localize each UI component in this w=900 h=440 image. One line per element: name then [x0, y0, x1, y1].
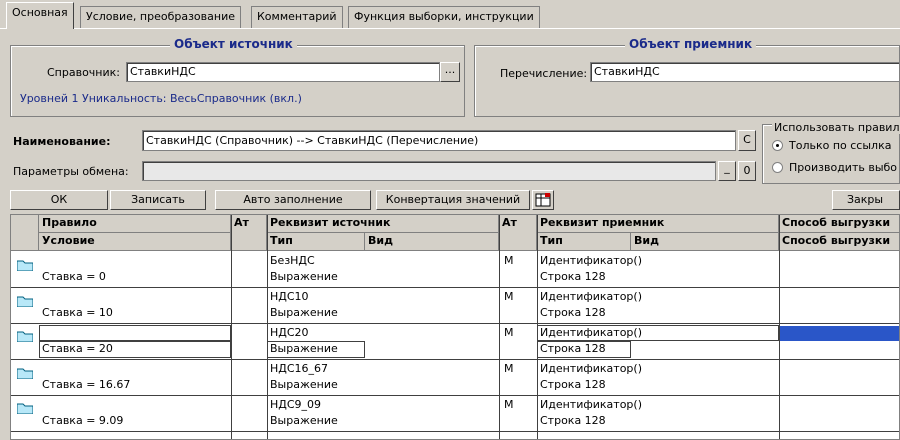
src-name-cell: БезНДС	[270, 254, 315, 267]
row-sep	[11, 395, 899, 396]
tab-comment-label: Комментарий	[257, 10, 337, 23]
tab-selection-function-label: Функция выборки, инструкции	[354, 10, 534, 23]
src-kind-cell: Выражение	[270, 270, 338, 283]
src-name-cell: НДС9_09	[270, 398, 322, 411]
condition-cell: Ставка = 9.09	[42, 414, 124, 427]
header-method2[interactable]: Способ выгрузки	[779, 233, 899, 251]
header-dst-prop[interactable]: Реквизит приемник	[537, 215, 779, 233]
close-button[interactable]: Закры	[832, 190, 900, 210]
col-sep	[499, 215, 500, 439]
tab-comment[interactable]: Комментарий	[251, 6, 343, 28]
option-only-refs-label: Только по ссылка	[789, 139, 892, 152]
header-src-type[interactable]: Тип	[267, 233, 365, 251]
params-input[interactable]	[142, 161, 716, 181]
header-src-prop[interactable]: Реквизит источник	[267, 215, 499, 233]
at2-cell: М	[504, 254, 514, 267]
name-label: Наименование:	[13, 135, 111, 148]
header-rule[interactable]: Правило	[39, 215, 231, 233]
header-method[interactable]: Способ выгрузки	[779, 215, 899, 233]
row-sep	[11, 287, 899, 288]
params-clear-button[interactable]: _	[718, 161, 736, 181]
tab-main[interactable]: Основная	[6, 2, 74, 29]
dst-type-cell: Строка 128	[540, 270, 606, 283]
target-enum-field[interactable]: СтавкиНДС	[590, 62, 900, 82]
header-at2[interactable]: Ат	[499, 215, 537, 251]
src-name-cell: НДС20	[270, 326, 309, 339]
src-name-cell: НДС10	[270, 290, 309, 303]
header-at1[interactable]: Ат	[231, 215, 267, 251]
header-condition[interactable]: Условие	[39, 233, 231, 251]
source-select-button[interactable]: ...	[440, 62, 460, 82]
auto-fill-button[interactable]: Авто заполнение	[215, 190, 371, 210]
convert-values-button[interactable]: Конвертация значений	[376, 190, 530, 210]
at2-cell: М	[504, 326, 514, 339]
col-sep	[231, 215, 232, 439]
tab-divider	[0, 28, 900, 29]
src-kind-cell: Выражение	[270, 342, 338, 355]
source-ref-label: Справочник:	[47, 66, 120, 79]
header-dst-kind[interactable]: Вид	[631, 233, 779, 251]
option-do-select-label: Производить выбо	[789, 161, 898, 174]
grid-corner	[11, 215, 39, 251]
src-name-cell: НДС16_67	[270, 362, 329, 375]
params-label: Параметры обмена:	[13, 165, 129, 178]
tab-condition[interactable]: Условие, преобразование	[80, 6, 241, 28]
selected-method-cell[interactable]	[780, 326, 899, 341]
row-sep	[11, 431, 899, 432]
option-do-select-radio[interactable]	[772, 162, 783, 173]
source-info: Уровней 1 Уникальность: ВесьСправочник (…	[20, 92, 302, 105]
dst-type-cell: Строка 128	[540, 378, 606, 391]
dst-type-cell: Строка 128	[540, 414, 606, 427]
table-icon	[535, 193, 551, 207]
dst-name-cell: Идентификатор()	[540, 290, 642, 303]
src-kind-cell: Выражение	[270, 378, 338, 391]
source-ref-field[interactable]: СтавкиНДС	[126, 62, 440, 82]
dst-name-cell: Идентификатор()	[540, 326, 642, 339]
folder-icon	[17, 296, 33, 307]
condition-cell: Ставка = 16.67	[42, 378, 131, 391]
condition-cell: Ставка = 20	[42, 342, 113, 355]
header-dst-type[interactable]: Тип	[537, 233, 631, 251]
table-icon-button[interactable]	[532, 190, 554, 210]
src-kind-cell: Выражение	[270, 414, 338, 427]
tab-condition-label: Условие, преобразование	[86, 10, 235, 23]
options-title: Использовать правил	[772, 121, 900, 134]
folder-icon	[17, 368, 33, 379]
condition-cell: Ставка = 0	[42, 270, 106, 283]
condition-cell: Ставка = 10	[42, 306, 113, 319]
dst-name-cell: Идентификатор()	[540, 398, 642, 411]
at2-cell: М	[504, 398, 514, 411]
tab-main-label: Основная	[12, 6, 68, 19]
row-sep	[11, 359, 899, 360]
dst-name-cell: Идентификатор()	[540, 362, 642, 375]
option-only-refs-radio[interactable]	[772, 140, 783, 151]
ok-button[interactable]: ОК	[10, 190, 108, 210]
name-c-button[interactable]: С	[738, 130, 756, 151]
source-title: Объект источник	[170, 37, 297, 51]
folder-icon	[17, 260, 33, 271]
tab-selection-function[interactable]: Функция выборки, инструкции	[348, 6, 540, 28]
at2-cell: М	[504, 362, 514, 375]
folder-icon	[17, 403, 33, 414]
src-kind-cell: Выражение	[270, 306, 338, 319]
at2-cell: М	[504, 290, 514, 303]
target-enum-label: Перечисление:	[500, 67, 588, 80]
dst-type-cell: Строка 128	[540, 306, 606, 319]
target-title: Объект приемник	[625, 37, 757, 51]
folder-icon	[17, 331, 33, 342]
params-zero-button[interactable]: 0	[738, 161, 756, 181]
selected-rule-cell[interactable]	[39, 325, 231, 341]
rules-grid[interactable]: Правило Условие Ат Реквизит источник Тип…	[10, 214, 900, 440]
dst-type-cell: Строка 128	[540, 342, 606, 355]
row-sep	[11, 323, 899, 324]
header-src-kind[interactable]: Вид	[365, 233, 499, 251]
dst-name-cell: Идентификатор()	[540, 254, 642, 267]
name-input[interactable]: СтавкиНДС (Справочник) --> СтавкиНДС (Пе…	[142, 130, 736, 151]
write-button[interactable]: Записать	[110, 190, 206, 210]
